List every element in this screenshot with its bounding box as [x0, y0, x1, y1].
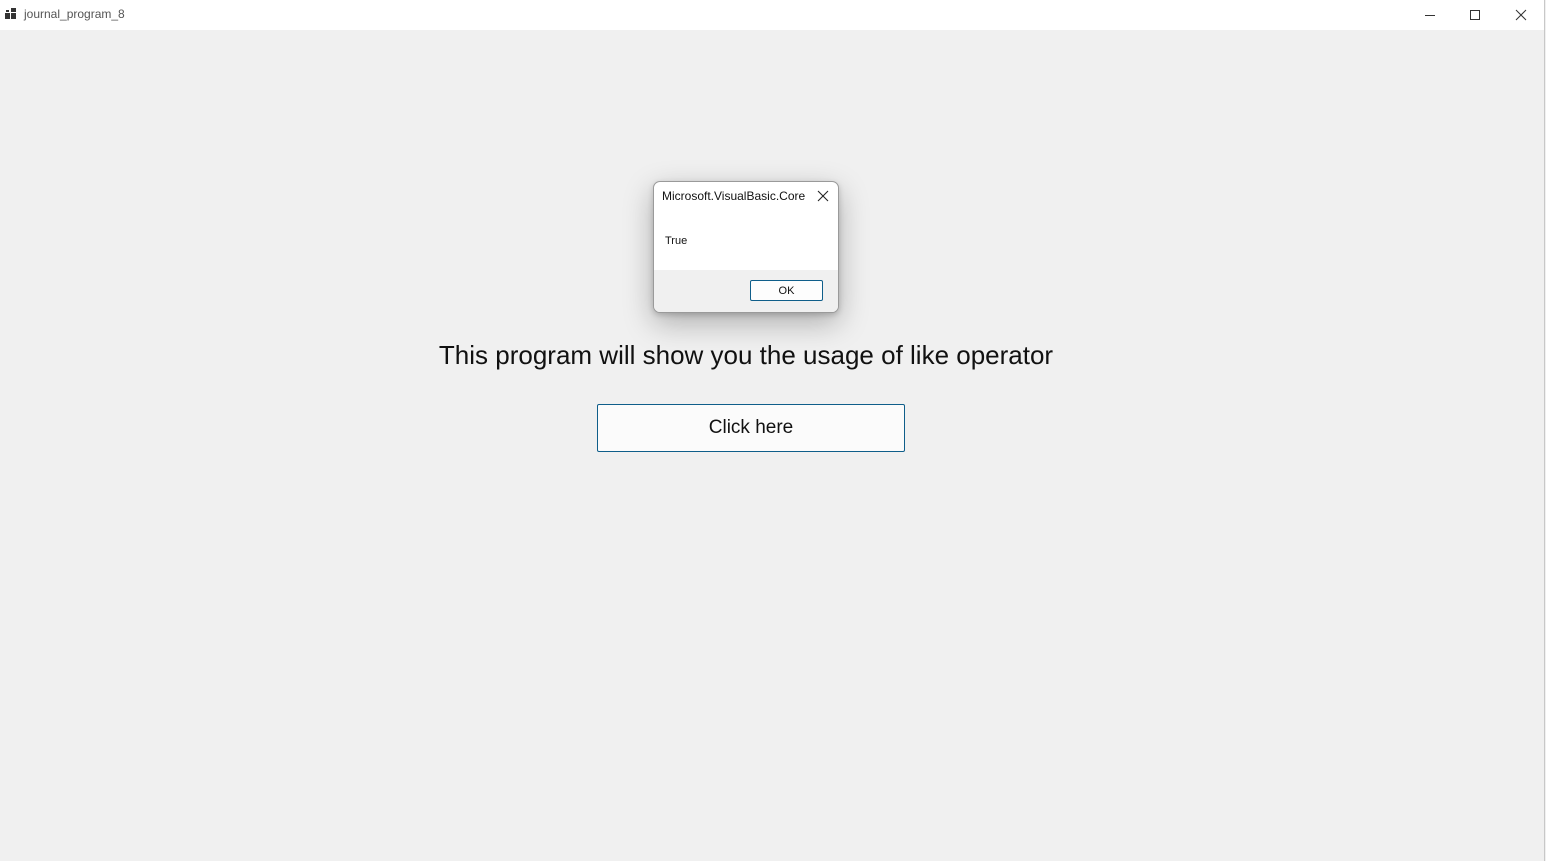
click-here-button[interactable]: Click here [597, 404, 905, 452]
window-title: journal_program_8 [24, 7, 125, 21]
close-icon [817, 190, 829, 202]
maximize-button[interactable] [1452, 0, 1498, 30]
dialog-close-button[interactable] [814, 187, 832, 205]
description-label: This program will show you the usage of … [438, 340, 1054, 370]
app-icon [5, 8, 16, 19]
dialog-message: True [665, 235, 688, 247]
close-icon [1515, 9, 1527, 21]
minimize-button[interactable] [1407, 0, 1453, 30]
app-window: journal_program_8 This program will show… [0, 0, 1545, 861]
title-bar[interactable]: journal_program_8 [0, 0, 1544, 30]
dialog-footer: OK [654, 270, 838, 312]
message-box-dialog: Microsoft.VisualBasic.Core True OK [653, 181, 839, 313]
dialog-title: Microsoft.VisualBasic.Core [662, 189, 806, 203]
window-close-button[interactable] [1498, 0, 1544, 30]
ok-button-label: OK [778, 284, 795, 297]
ok-button[interactable]: OK [750, 280, 823, 301]
minimize-icon [1425, 15, 1435, 16]
maximize-icon [1470, 10, 1480, 20]
click-here-button-label: Click here [708, 417, 794, 438]
